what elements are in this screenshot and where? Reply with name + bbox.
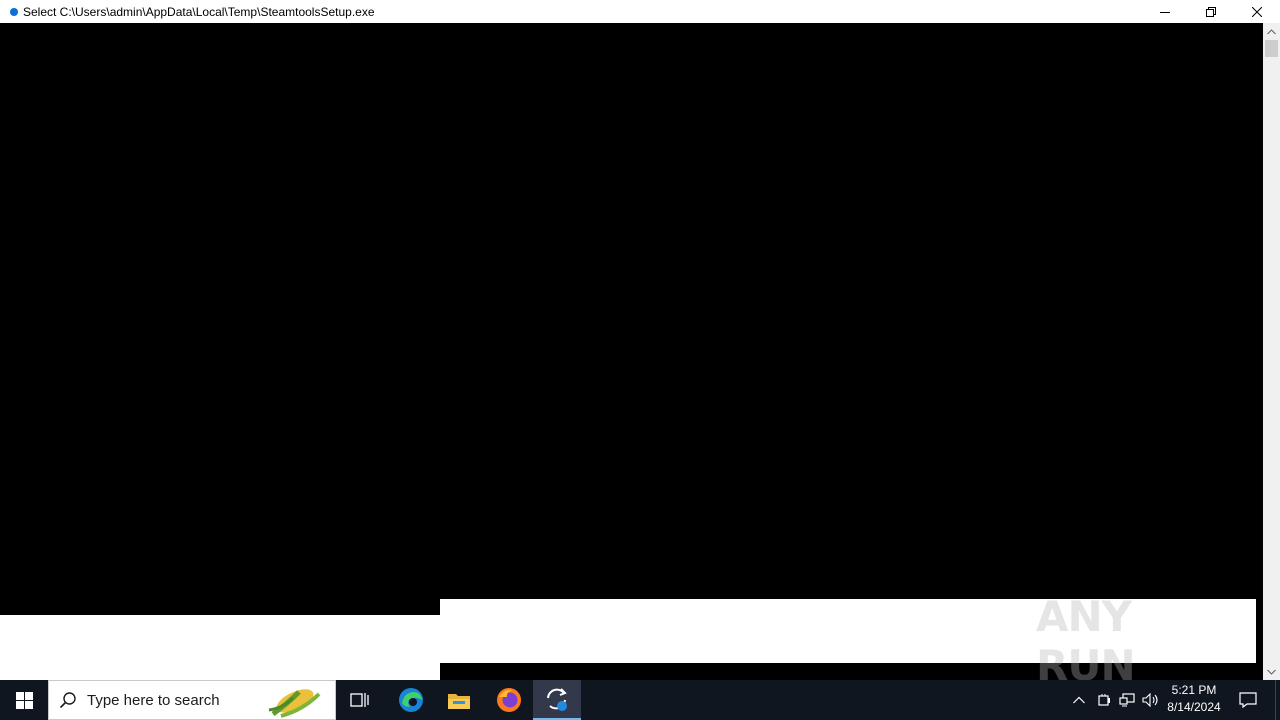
action-center-button[interactable] (1232, 680, 1264, 720)
network-icon (1119, 693, 1135, 707)
windows-logo-icon (15, 691, 33, 709)
vertical-scrollbar[interactable] (1263, 23, 1280, 680)
edge-icon (399, 688, 423, 712)
show-hidden-icons-button[interactable] (1068, 680, 1090, 720)
volume-button[interactable] (1140, 680, 1162, 720)
console-app-icon (10, 7, 18, 16)
edge-button[interactable] (387, 680, 435, 720)
start-button[interactable] (0, 680, 48, 720)
chevron-up-icon (1267, 28, 1276, 34)
chevron-down-icon (1267, 669, 1276, 675)
steamtools-icon (547, 688, 567, 711)
console-selection-block (0, 663, 424, 680)
device-icon (1098, 694, 1110, 706)
search-box[interactable]: Type here to search (48, 680, 336, 720)
scroll-up-button[interactable] (1263, 23, 1280, 40)
steamtools-taskbar-button[interactable] (533, 680, 581, 720)
tray-device-button[interactable] (1093, 680, 1115, 720)
search-placeholder: Type here to search (87, 691, 220, 709)
close-button[interactable] (1234, 0, 1280, 23)
clock-date: 8/14/2024 (1167, 700, 1221, 714)
file-explorer-icon (448, 694, 470, 709)
title-bar: Select C:\Users\admin\AppData\Local\Temp… (0, 0, 1280, 23)
scroll-thumb[interactable] (1265, 40, 1278, 57)
clock-time: 5:21 PM (1171, 683, 1217, 697)
show-desktop-button[interactable] (1275, 680, 1280, 720)
watermark-text: ANY RUN (1036, 592, 1136, 690)
file-explorer-button[interactable] (435, 680, 483, 720)
task-view-icon (350, 693, 369, 707)
firefox-button[interactable] (485, 680, 533, 720)
window-title: Select C:\Users\admin\AppData\Local\Temp… (23, 4, 375, 19)
notification-icon (1239, 692, 1257, 708)
task-view-button[interactable] (336, 680, 384, 720)
window-controls (1142, 0, 1280, 23)
taskbar-clock[interactable]: 5:21 PM 8/14/2024 (1162, 682, 1226, 718)
restore-icon (1206, 6, 1216, 17)
restore-button[interactable] (1188, 0, 1234, 23)
chevron-up-icon (1073, 696, 1085, 704)
console-output[interactable] (0, 23, 1263, 680)
search-highlight-corn-icon (268, 689, 321, 718)
minimize-icon (1160, 11, 1170, 13)
scroll-down-button[interactable] (1263, 663, 1280, 680)
firefox-icon (497, 688, 521, 712)
close-icon (1252, 6, 1262, 17)
taskbar: Type here to search 5:21 PM 8/14/2024 (0, 680, 1280, 720)
search-icon (59, 692, 76, 709)
network-button[interactable] (1116, 680, 1138, 720)
anyrun-watermark: ANY RUN (1036, 592, 1236, 690)
volume-icon (1142, 693, 1158, 707)
minimize-button[interactable] (1142, 0, 1188, 23)
